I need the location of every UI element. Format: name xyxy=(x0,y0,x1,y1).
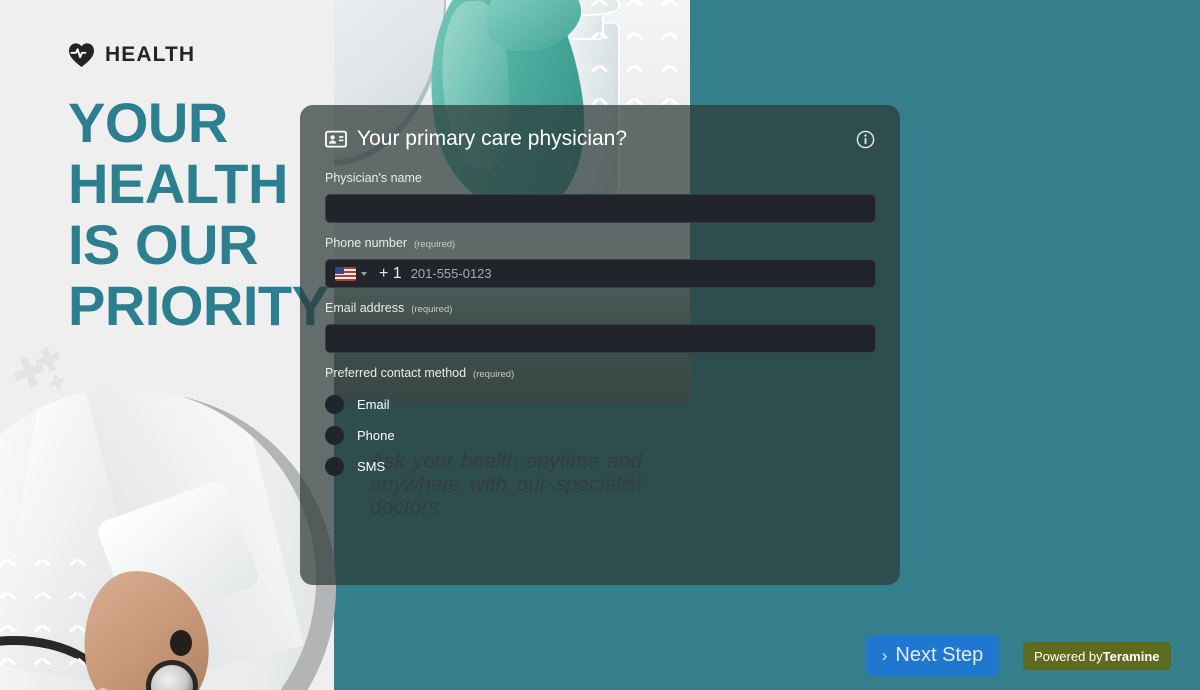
brand-logo: HEALTH xyxy=(68,42,195,68)
heart-pulse-icon xyxy=(69,43,94,67)
contact-method-radio-group: Email Phone SMS xyxy=(325,389,875,482)
next-step-button[interactable]: › Next Step xyxy=(866,635,999,676)
radio-option-phone[interactable]: Phone xyxy=(325,420,875,451)
physician-name-field: Physician's name xyxy=(325,171,876,223)
radio-label-email: Email xyxy=(357,397,390,412)
email-required-note: (required) xyxy=(411,304,453,315)
phone-field: Phone number (required) + 1 201-555-0123 xyxy=(325,236,876,288)
physician-form-modal: Your primary care physician? Physician's… xyxy=(300,105,900,585)
powered-by-badge[interactable]: Powered by Teramine xyxy=(1023,642,1171,670)
phone-dial-code: + 1 xyxy=(379,264,402,282)
radio-label-phone: Phone xyxy=(357,428,395,443)
modal-title: Your primary care physician? xyxy=(325,127,627,151)
chevron-right-icon: › xyxy=(881,646,888,665)
doctor-photo xyxy=(0,388,316,690)
email-label-text: Email address xyxy=(325,301,405,315)
stethoscope-eartip-1 xyxy=(170,630,192,656)
phone-required-note: (required) xyxy=(414,239,456,250)
email-field: Email address (required) xyxy=(325,301,876,353)
brand-logo-text: HEALTH xyxy=(105,43,196,66)
email-label: Email address (required) xyxy=(325,301,875,315)
info-circle-icon[interactable] xyxy=(856,130,875,149)
next-step-label: Next Step xyxy=(895,644,984,666)
radio-dot-sms[interactable] xyxy=(325,457,344,476)
phone-label-text: Phone number xyxy=(325,236,408,250)
radio-label-sms: SMS xyxy=(357,459,386,474)
contact-method-label-text: Preferred contact method xyxy=(325,366,467,380)
email-input[interactable] xyxy=(325,324,876,353)
physician-name-input[interactable] xyxy=(325,194,876,223)
contact-method-field: Preferred contact method (required) Emai… xyxy=(325,366,875,482)
radio-dot-email[interactable] xyxy=(325,395,344,414)
chevron-down-icon[interactable] xyxy=(361,271,367,276)
contact-method-label: Preferred contact method (required) xyxy=(325,366,875,380)
phone-label: Phone number (required) xyxy=(325,236,875,250)
contact-method-required-note: (required) xyxy=(473,369,515,380)
us-flag-icon xyxy=(335,266,356,281)
physician-name-label: Physician's name xyxy=(325,171,875,185)
radio-dot-phone[interactable] xyxy=(325,426,344,445)
id-badge-icon xyxy=(325,130,347,148)
page-root: HEALTH YOUR HEALTH IS OUR PRIORITY Ask y… xyxy=(0,0,1200,690)
phone-input[interactable]: + 1 201-555-0123 xyxy=(325,259,876,288)
powered-by-prefix: Powered by xyxy=(1034,648,1103,664)
modal-title-text: Your primary care physician? xyxy=(357,127,628,150)
radio-option-sms[interactable]: SMS xyxy=(325,451,875,482)
modal-header: Your primary care physician? xyxy=(325,127,875,151)
phone-placeholder: 201-555-0123 xyxy=(410,266,492,281)
physician-name-label-text: Physician's name xyxy=(325,171,422,185)
powered-by-brand: Teramine xyxy=(1102,648,1160,664)
radio-option-email[interactable]: Email xyxy=(325,389,875,420)
